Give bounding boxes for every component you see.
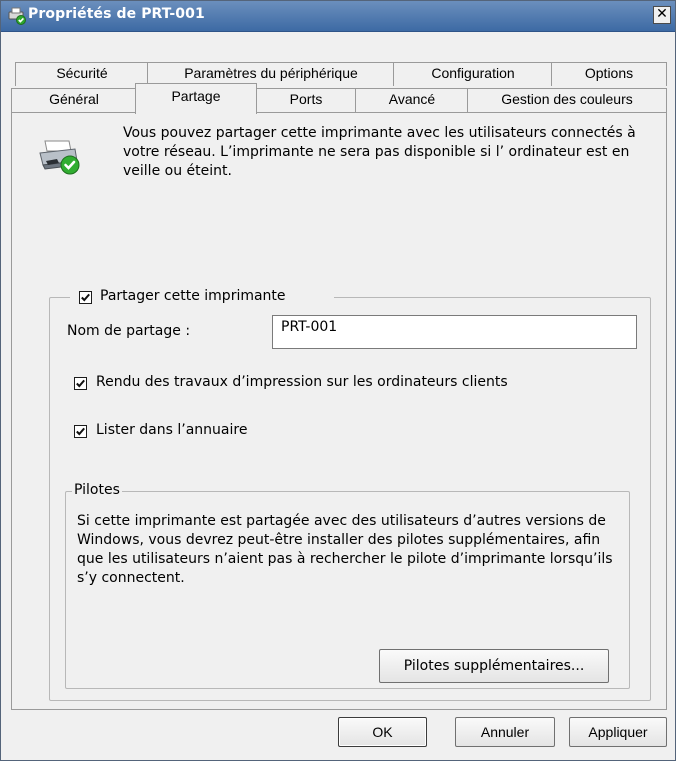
printer-shared-icon xyxy=(37,137,83,177)
tab-label: Ports xyxy=(289,91,323,107)
tab-gestion-couleurs[interactable]: Gestion des couleurs xyxy=(467,88,667,113)
tab-label: Gestion des couleurs xyxy=(501,91,633,107)
share-name-field[interactable]: PRT-001 xyxy=(272,315,637,349)
tab-label: Avancé xyxy=(388,91,436,107)
tab-label: Général xyxy=(49,91,99,107)
tab-securite[interactable]: Sécurité xyxy=(15,62,149,86)
tab-avance[interactable]: Avancé xyxy=(355,88,469,113)
render-jobs-checkbox[interactable] xyxy=(74,377,87,390)
render-jobs-label[interactable]: Rendu des travaux d’impression sur les o… xyxy=(96,374,508,390)
tab-options[interactable]: Options xyxy=(551,62,667,86)
apply-button[interactable]: Appliquer xyxy=(569,717,667,747)
printer-shared-icon xyxy=(7,7,27,25)
cancel-button[interactable]: Annuler xyxy=(455,717,555,747)
drivers-legend: Pilotes xyxy=(72,482,122,498)
share-printer-checkbox[interactable] xyxy=(79,291,92,304)
share-name-value: PRT-001 xyxy=(281,319,338,335)
apply-label: Appliquer xyxy=(588,724,648,740)
share-printer-label[interactable]: Partager cette imprimante xyxy=(100,288,286,304)
tab-label: Sécurité xyxy=(56,65,108,81)
additional-drivers-label: Pilotes supplémentaires... xyxy=(403,658,585,674)
drivers-description: Si cette imprimante est partagée avec de… xyxy=(77,513,613,586)
cancel-label: Annuler xyxy=(480,724,530,740)
checkmark-icon xyxy=(76,379,85,388)
close-button[interactable]: ✕ xyxy=(653,6,671,24)
window-title: Propriétés de PRT-001 xyxy=(28,6,205,22)
sharing-description: Vous pouvez partager cette imprimante av… xyxy=(123,125,636,179)
ok-button[interactable]: OK xyxy=(338,717,427,747)
list-directory-checkbox[interactable] xyxy=(74,425,87,438)
tab-label: Paramètres du périphérique xyxy=(184,65,358,81)
checkmark-icon xyxy=(76,427,85,436)
close-icon: ✕ xyxy=(656,6,668,22)
checkmark-icon xyxy=(81,293,90,302)
ok-label: OK xyxy=(372,724,393,740)
tab-general[interactable]: Général xyxy=(11,88,137,113)
printer-properties-dialog: Propriétés de PRT-001 ✕ Sécurité Paramèt… xyxy=(0,0,676,761)
tab-label: Partage xyxy=(171,88,221,104)
share-name-label: Nom de partage : xyxy=(67,323,191,339)
title-bar[interactable]: Propriétés de PRT-001 ✕ xyxy=(1,1,675,32)
tab-label: Options xyxy=(584,65,634,81)
additional-drivers-button[interactable]: Pilotes supplémentaires... xyxy=(379,649,609,683)
tab-ports[interactable]: Ports xyxy=(255,88,357,113)
tab-label: Configuration xyxy=(431,65,515,81)
tab-partage[interactable]: Partage xyxy=(135,83,257,114)
list-directory-label[interactable]: Lister dans l’annuaire xyxy=(96,422,247,438)
tab-configuration[interactable]: Configuration xyxy=(393,62,553,86)
